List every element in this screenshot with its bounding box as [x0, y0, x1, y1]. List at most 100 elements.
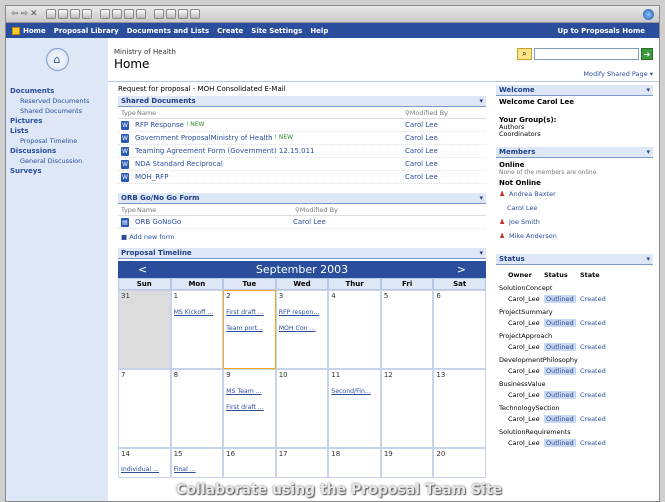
status-value[interactable]: Outlined [544, 391, 576, 399]
web-part-menu-icon[interactable]: ▾ [479, 97, 483, 105]
calendar-day-cell[interactable]: 1 MS Kickoff ... [170, 290, 224, 369]
stop-icon[interactable]: ✕ [30, 9, 38, 19]
status-value[interactable]: Outlined [544, 439, 576, 447]
document-row[interactable]: W RFP Response! NEW Carol Lee [118, 119, 486, 132]
web-part-menu-icon[interactable]: ▾ [646, 86, 650, 94]
orb-by[interactable]: Carol Lee [293, 218, 383, 226]
col-name[interactable]: Name [135, 109, 405, 117]
back-icon[interactable]: ⇦ [11, 9, 19, 19]
calendar-day-number[interactable]: 17 [279, 450, 326, 458]
document-name[interactable]: RFP Response [135, 121, 184, 129]
house-icon[interactable]: ⌂ [45, 48, 69, 71]
calendar-day-number[interactable]: 7 [121, 371, 168, 379]
calendar-day-number[interactable]: 6 [436, 292, 483, 300]
calendar-day-number[interactable]: 19 [384, 450, 431, 458]
calendar-day-cell[interactable]: 10 [275, 369, 329, 448]
document-row[interactable]: W MOH_RFP Carol Lee [118, 171, 486, 184]
web-part-menu-icon[interactable]: ▾ [646, 148, 650, 156]
search-go-button[interactable]: ➔ [641, 48, 653, 60]
calendar-event[interactable]: MOH Con ... [279, 325, 326, 332]
col-name[interactable]: Name [135, 206, 295, 214]
status-state[interactable]: Created [580, 343, 620, 351]
calendar-day-cell[interactable]: 14 Individual ... [118, 448, 171, 478]
nav-site-settings[interactable]: Site Settings [251, 27, 302, 35]
research-icon[interactable] [177, 9, 188, 19]
quick-launch-heading[interactable]: Surveys [6, 166, 108, 176]
calendar-day-cell[interactable]: 2 First draft ... Team port... [223, 290, 276, 369]
calendar-day-number[interactable]: 14 [121, 450, 168, 458]
document-name[interactable]: NDA Standard Reciprocal [135, 160, 223, 168]
favorites-icon[interactable] [81, 9, 92, 19]
orb-name[interactable]: ORB GoNoGo [135, 218, 293, 226]
quick-launch-heading[interactable]: Pictures [6, 116, 108, 126]
modified-by[interactable]: Carol Lee [405, 173, 483, 181]
orb-title[interactable]: ORB Go/No Go Form ▾ [118, 193, 486, 204]
status-value[interactable]: Outlined [544, 343, 576, 351]
calendar-day-cell[interactable]: 3 RFP respon... MOH Con ... [275, 290, 329, 369]
calendar-day-number[interactable]: 4 [331, 292, 378, 300]
proposal-timeline-title[interactable]: Proposal Timeline ▾ [118, 248, 486, 259]
document-name[interactable]: MOH_RFP [135, 173, 168, 181]
status-value[interactable]: Outlined [544, 295, 576, 303]
web-part-menu-icon[interactable]: ▾ [479, 249, 483, 257]
calendar-event[interactable]: First draft ... [226, 404, 273, 411]
quick-launch-heading[interactable]: Documents [6, 86, 108, 96]
calendar-day-cell[interactable]: 6 [433, 290, 486, 369]
col-type[interactable]: Type [121, 206, 136, 214]
member-name[interactable]: Mike Anderson [509, 232, 557, 240]
calendar-event[interactable]: Individual ... [121, 466, 168, 473]
calendar-day-cell[interactable]: 7 [118, 369, 171, 448]
print-icon[interactable] [123, 9, 134, 19]
home-icon[interactable] [57, 9, 68, 19]
document-row[interactable]: W Teaming Agreement Form (Government) 12.… [118, 145, 486, 158]
calendar-day-number[interactable]: 20 [436, 450, 483, 458]
nav-home[interactable]: Home [23, 27, 46, 35]
search-toolbar-icon[interactable] [69, 9, 80, 19]
shared-documents-title[interactable]: Shared Documents ▾ [118, 96, 486, 107]
calendar-day-cell[interactable]: 17 [275, 448, 329, 478]
calendar-day-cell[interactable]: 18 [328, 448, 381, 478]
calendar-day-cell[interactable]: 19 [380, 448, 434, 478]
member-item[interactable]: ♟ Andrea Baxter [496, 187, 653, 201]
status-title[interactable]: Status ▾ [496, 254, 653, 265]
col-modified[interactable]: ⚲Modified By [405, 109, 483, 117]
calendar-day-number[interactable]: 10 [279, 371, 326, 379]
edit-icon[interactable] [135, 9, 146, 19]
members-title[interactable]: Members ▾ [496, 147, 653, 158]
calendar-day-cell[interactable]: 8 [170, 369, 224, 448]
calendar-day-number[interactable]: 16 [226, 450, 273, 458]
add-new-form-link[interactable]: ■ Add new form [118, 229, 486, 245]
member-name[interactable]: Carol Lee [507, 204, 537, 212]
modified-by[interactable]: Carol Lee [405, 160, 483, 168]
status-value[interactable]: Outlined [544, 319, 576, 327]
calendar-day-cell[interactable]: 16 [223, 448, 276, 478]
messenger-icon[interactable] [165, 9, 176, 19]
status-value[interactable]: Outlined [544, 415, 576, 423]
quick-launch-item[interactable]: General Discussion [6, 156, 108, 166]
web-part-menu-icon[interactable]: ▾ [646, 255, 650, 263]
refresh-icon[interactable] [45, 9, 56, 19]
calendar-event[interactable]: MS Kickoff ... [174, 309, 221, 316]
col-type[interactable]: Type [121, 109, 136, 117]
prev-month-button[interactable]: < [138, 263, 147, 276]
discuss-icon[interactable] [153, 9, 164, 19]
member-item[interactable]: Carol Lee [496, 201, 653, 215]
calendar-day-number[interactable]: 31 [121, 292, 168, 300]
calendar-day-number[interactable]: 11 [331, 371, 378, 379]
status-state[interactable]: Created [580, 391, 620, 399]
quick-launch-item[interactable]: Proposal Timeline [6, 136, 108, 146]
calendar-day-number[interactable]: 18 [331, 450, 378, 458]
calendar-day-number[interactable]: 1 [174, 292, 221, 300]
calendar-day-cell[interactable]: 31 [118, 290, 171, 369]
col-modified[interactable]: ⚲Modified By [295, 206, 385, 214]
up-to-proposals-home-link[interactable]: Up to Proposals Home [557, 27, 645, 35]
status-value[interactable]: Outlined [544, 367, 576, 375]
modified-by[interactable]: Carol Lee [405, 121, 483, 129]
calendar-day-number[interactable]: 15 [174, 450, 221, 458]
modified-by[interactable]: Carol Lee [405, 134, 483, 142]
calendar-event[interactable]: MS Team ... [226, 388, 273, 395]
status-state[interactable]: Created [580, 367, 620, 375]
member-name[interactable]: Joe Smith [509, 218, 540, 226]
status-state[interactable]: Created [580, 295, 620, 303]
member-item[interactable]: ♟ Mike Anderson [496, 229, 653, 243]
